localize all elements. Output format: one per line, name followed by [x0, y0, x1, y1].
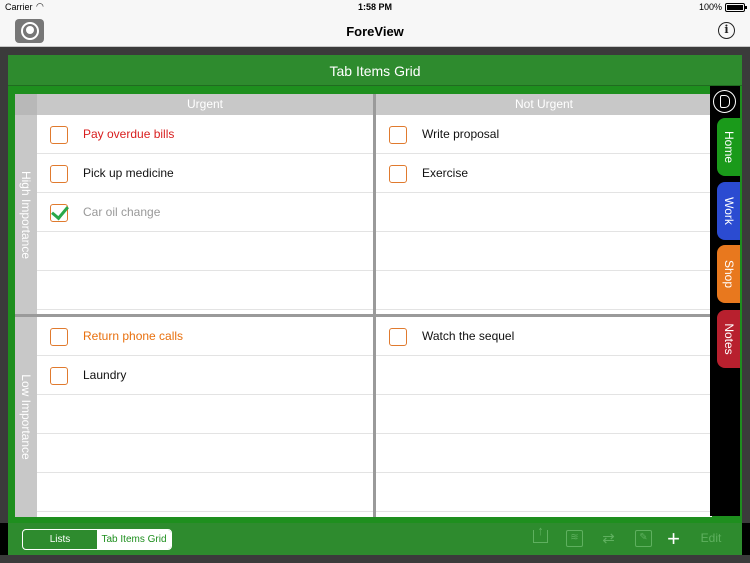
empty-row: [376, 193, 712, 232]
task-label[interactable]: Pay overdue bills: [83, 127, 174, 141]
view-segmented-control: Lists Tab Items Grid: [22, 529, 172, 550]
row-header-high: High Importance: [15, 115, 37, 314]
empty-row: [376, 434, 712, 473]
task-row: Write proposal: [376, 115, 712, 154]
task-checkbox[interactable]: [50, 328, 68, 346]
panel-title: Tab Items Grid: [329, 63, 421, 79]
task-checkbox[interactable]: [50, 126, 68, 144]
bottom-toolbar: Lists Tab Items Grid ≋ ⇄ ✎ + Edit: [8, 522, 742, 555]
empty-row: [376, 232, 712, 271]
plus-icon[interactable]: +: [665, 528, 682, 550]
task-label[interactable]: Laundry: [83, 368, 126, 382]
app-title: ForeView: [346, 24, 404, 39]
row-header-high-label: High Importance: [19, 170, 33, 259]
row-header-low: Low Importance: [15, 317, 37, 517]
grid-corner: [15, 94, 37, 115]
battery-icon: [725, 3, 747, 12]
tab-notes-label: Notes: [721, 323, 736, 355]
empty-row: [37, 434, 373, 473]
empty-row: [376, 271, 712, 310]
empty-row: [376, 356, 712, 395]
segment-lists[interactable]: Lists: [23, 530, 97, 549]
grid-panel: Tab Items Grid Urgent Not Urgent High Im…: [8, 55, 742, 523]
nav-bar: ForeView i: [0, 16, 750, 47]
category-tabs: Home Work Shop Notes: [710, 86, 740, 516]
status-bar: Carrier ◠ 1:58 PM 100%: [0, 0, 750, 16]
task-label[interactable]: Pick up medicine: [83, 166, 174, 180]
task-checkbox[interactable]: [389, 126, 407, 144]
quadrant-high-urgent: Pay overdue bills Pick up medicine Car oil…: [37, 115, 373, 314]
panel-header: Tab Items Grid: [8, 55, 742, 86]
empty-row: [376, 395, 712, 434]
dock-icon[interactable]: [713, 90, 736, 113]
segment-tab-items-grid[interactable]: Tab Items Grid: [97, 530, 171, 549]
tab-shop[interactable]: Shop: [717, 245, 740, 303]
col-header-not-urgent: Not Urgent: [376, 94, 712, 115]
task-checkbox[interactable]: [50, 165, 68, 183]
share-icon[interactable]: [533, 522, 548, 543]
quadrant-high-not-urgent: Write proposal Exercise: [376, 115, 712, 314]
quadrant-low-urgent: Return phone calls Laundry: [37, 317, 373, 517]
task-row: Watch the sequel: [376, 317, 712, 356]
tab-work-label: Work: [721, 197, 736, 225]
task-label[interactable]: Return phone calls: [83, 329, 183, 343]
task-row: Pick up medicine: [37, 154, 373, 193]
empty-row: [37, 395, 373, 434]
row-header-low-label: Low Importance: [19, 374, 33, 460]
task-checkbox[interactable]: [50, 204, 68, 222]
swap-icon[interactable]: ⇄: [600, 530, 617, 547]
folder-icon[interactable]: ≋: [566, 530, 583, 547]
task-checkbox[interactable]: [389, 328, 407, 346]
task-row: Car oil change: [37, 193, 373, 232]
task-row: Return phone calls: [37, 317, 373, 356]
empty-row: [376, 473, 712, 512]
task-label[interactable]: Write proposal: [422, 127, 499, 141]
edit-button[interactable]: Edit: [698, 530, 724, 547]
task-checkbox[interactable]: [389, 165, 407, 183]
task-row: Laundry: [37, 356, 373, 395]
task-row: Exercise: [376, 154, 712, 193]
tab-shop-label: Shop: [721, 259, 736, 289]
tab-notes[interactable]: Notes: [717, 310, 740, 368]
task-row: Pay overdue bills: [37, 115, 373, 154]
col-header-urgent: Urgent: [37, 94, 373, 115]
empty-row: [37, 473, 373, 512]
task-label[interactable]: Car oil change: [83, 205, 160, 219]
bottom-strip: [0, 555, 750, 563]
info-icon[interactable]: i: [718, 22, 735, 39]
battery-percent: 100%: [698, 2, 722, 12]
tab-home-label: Home: [721, 130, 736, 164]
compose-icon[interactable]: ✎: [635, 530, 652, 547]
task-checkbox[interactable]: [50, 367, 68, 385]
tab-home[interactable]: Home: [717, 118, 740, 176]
quadrant-low-not-urgent: Watch the sequel: [376, 317, 712, 517]
empty-row: [37, 232, 373, 271]
task-label[interactable]: Watch the sequel: [422, 329, 514, 343]
status-time: 1:58 PM: [357, 2, 392, 12]
task-label[interactable]: Exercise: [422, 166, 468, 180]
empty-row: [37, 271, 373, 310]
tab-work[interactable]: Work: [717, 182, 740, 240]
priority-grid: Urgent Not Urgent High Importance Low Im…: [15, 94, 712, 517]
